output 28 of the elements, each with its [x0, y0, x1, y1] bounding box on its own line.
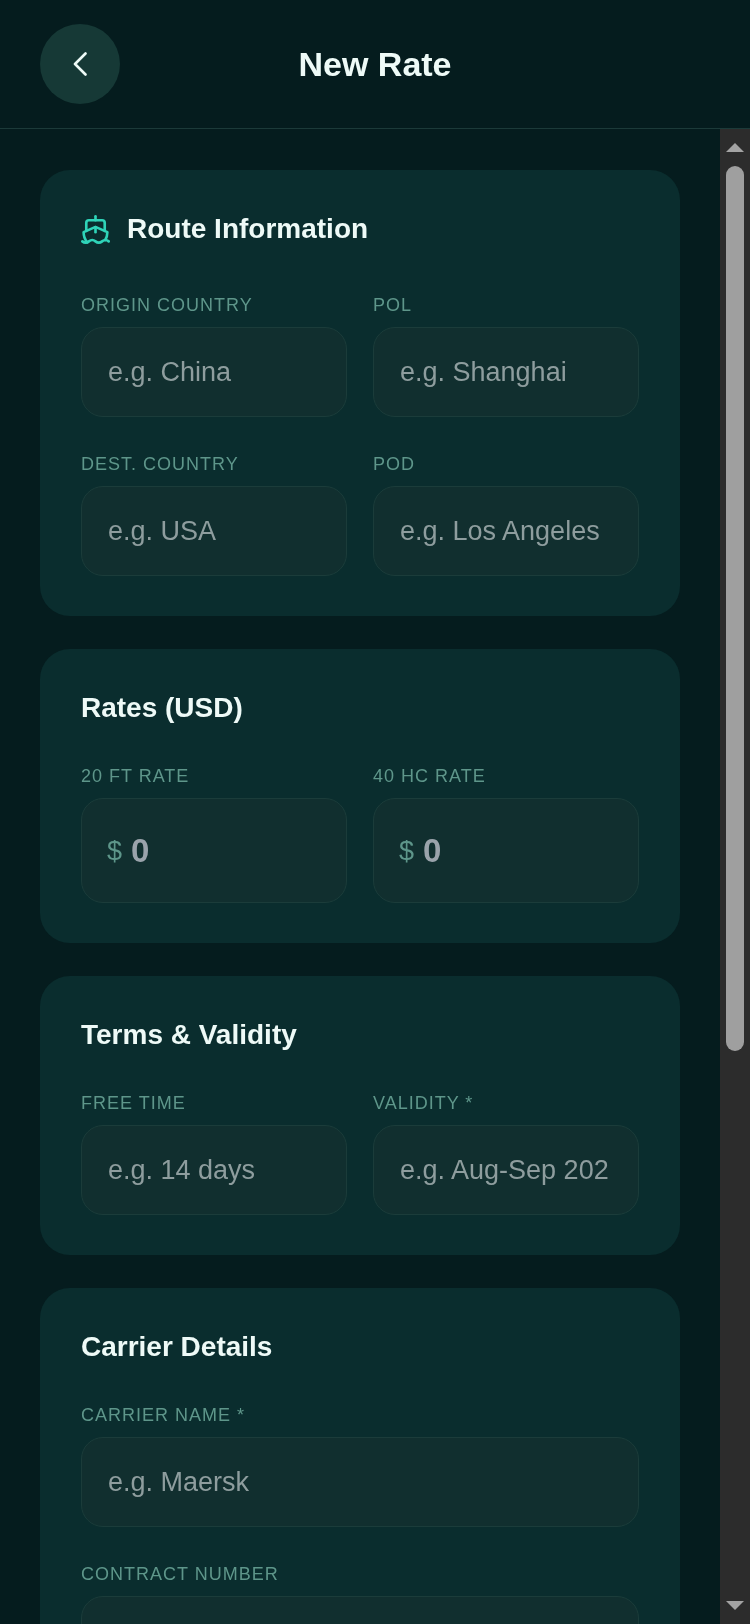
input-field[interactable]: e.g. USA	[81, 486, 347, 576]
section-title: Carrier Details	[81, 1330, 273, 1364]
section-title: Route Information	[127, 212, 369, 246]
input-field[interactable]: e.g. Los Angeles	[373, 486, 639, 576]
currency-symbol: $	[107, 835, 123, 866]
field-label: POD	[373, 453, 415, 475]
input-field[interactable]: e.g. Shanghai	[373, 327, 639, 417]
page-title: New Rate	[298, 44, 452, 85]
input-field[interactable]: e.g. 14 days	[81, 1125, 347, 1215]
field-label: FREE TIME	[81, 1092, 186, 1114]
field-label: VALIDITY *	[373, 1092, 474, 1114]
chevron-left-icon	[72, 52, 88, 76]
scrollbar-thumb[interactable]	[726, 166, 744, 1051]
section-title: Rates (USD)	[81, 691, 243, 725]
field-label: CARRIER NAME *	[81, 1404, 246, 1426]
field-label: CONTRACT NUMBER	[81, 1563, 279, 1585]
section-title: Terms & Validity	[81, 1018, 297, 1052]
field-label: ORIGIN COUNTRY	[81, 294, 253, 316]
field-label: POL	[373, 294, 413, 316]
input-field[interactable]: e.g. China	[81, 327, 347, 417]
caret-up-icon[interactable]	[726, 143, 744, 152]
field-label: 40 HC RATE	[373, 765, 486, 787]
currency-symbol: $	[399, 835, 415, 866]
caret-down-icon[interactable]	[726, 1601, 744, 1610]
field-label: 20 FT RATE	[81, 765, 190, 787]
input-field[interactable]: e.g. Aug-Sep 202	[373, 1125, 639, 1215]
input-field[interactable]: e.g. Maersk	[81, 1437, 639, 1527]
field-label: DEST. COUNTRY	[81, 453, 239, 475]
